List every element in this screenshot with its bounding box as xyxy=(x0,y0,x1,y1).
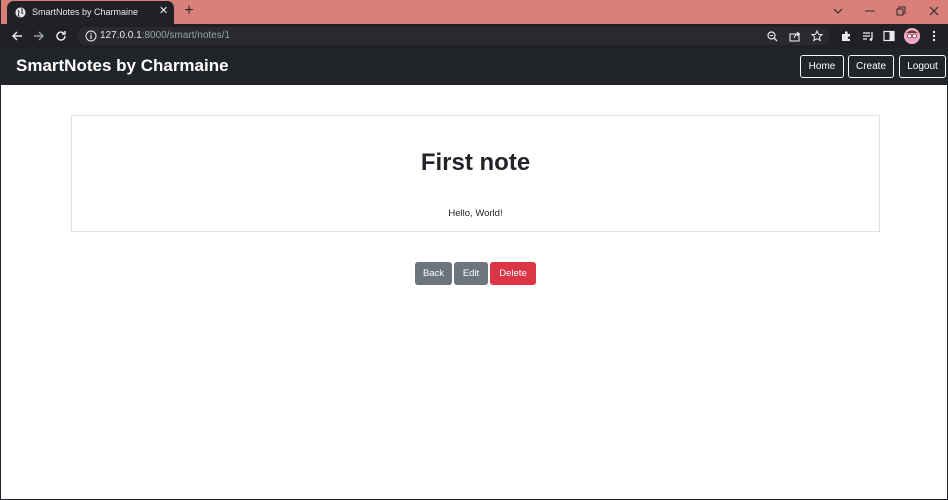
tab-close-icon[interactable]: ✕ xyxy=(159,6,168,17)
delete-button[interactable]: Delete xyxy=(490,262,536,285)
browser-tab[interactable]: SmartNotes by Charmaine ✕ xyxy=(7,1,174,24)
info-icon[interactable] xyxy=(85,30,97,42)
url-path: :8000/smart/notes/1 xyxy=(141,30,231,41)
avatar-icon[interactable] xyxy=(904,28,920,44)
minimize-icon[interactable] xyxy=(862,4,878,18)
browser-toolbar: 127.0.0.1:8000/smart/notes/1 xyxy=(1,24,948,48)
note-body: Hello, World! xyxy=(448,208,503,219)
extensions-icon[interactable] xyxy=(839,29,853,43)
zoom-icon[interactable] xyxy=(765,29,779,43)
logout-button[interactable]: Logout xyxy=(899,55,946,78)
url-text: 127.0.0.1:8000/smart/notes/1 xyxy=(100,30,230,42)
note-title: First note xyxy=(420,149,531,176)
chevron-down-icon[interactable] xyxy=(830,4,846,18)
browser-window: SmartNotes by Charmaine ✕ + 127.0.0.1:80… xyxy=(0,0,948,500)
home-button[interactable]: Home xyxy=(800,55,844,78)
reload-icon[interactable] xyxy=(53,28,69,44)
reading-list-icon[interactable] xyxy=(861,29,875,43)
globe-icon xyxy=(15,7,26,18)
share-icon[interactable] xyxy=(788,29,802,43)
back-icon[interactable] xyxy=(9,28,25,44)
new-tab-icon[interactable]: + xyxy=(181,3,197,19)
app-navbar: SmartNotes by Charmaine Home Create Logo… xyxy=(1,48,948,85)
note-card: First note Hello, World! xyxy=(71,115,880,232)
close-icon[interactable] xyxy=(926,4,942,18)
create-button[interactable]: Create xyxy=(848,55,894,78)
url-host: 127.0.0.1 xyxy=(100,30,142,41)
tab-title: SmartNotes by Charmaine xyxy=(32,7,139,17)
back-button[interactable]: Back xyxy=(415,262,452,285)
edit-button[interactable]: Edit xyxy=(454,262,488,285)
address-bar[interactable]: 127.0.0.1:8000/smart/notes/1 xyxy=(77,27,829,45)
restore-icon[interactable] xyxy=(893,4,909,18)
forward-icon[interactable] xyxy=(31,28,47,44)
menu-icon[interactable] xyxy=(927,29,941,43)
side-panel-icon[interactable] xyxy=(882,29,896,43)
brand-title[interactable]: SmartNotes by Charmaine xyxy=(16,56,229,76)
star-icon[interactable] xyxy=(810,29,824,43)
tab-strip: SmartNotes by Charmaine ✕ + xyxy=(1,0,948,24)
